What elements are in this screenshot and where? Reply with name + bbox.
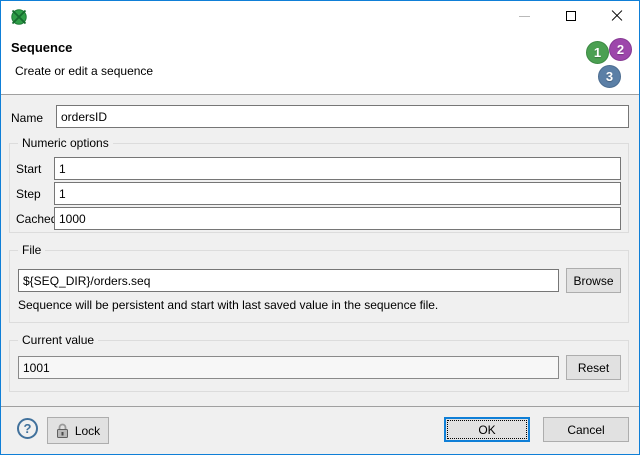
page-title: Sequence	[11, 40, 72, 55]
help-button[interactable]: ?	[17, 418, 38, 439]
start-input[interactable]	[54, 157, 621, 180]
current-value-input	[18, 356, 559, 379]
lock-button-label: Lock	[75, 424, 100, 438]
step-badge-3: 3	[598, 65, 621, 88]
page-subtitle: Create or edit a sequence	[15, 64, 153, 78]
file-path-input[interactable]	[18, 269, 559, 292]
lock-button[interactable]: Lock	[47, 417, 109, 444]
header-separator	[1, 94, 639, 95]
numeric-options-title: Numeric options	[18, 136, 113, 150]
cached-label: Cached	[16, 212, 57, 226]
cached-input[interactable]	[54, 207, 621, 230]
minimize-icon	[519, 16, 530, 17]
persistence-note: Sequence will be persistent and start wi…	[18, 298, 438, 312]
dialog-header: Sequence Create or edit a sequence 1 2 3	[1, 31, 639, 94]
step-input[interactable]	[54, 182, 621, 205]
step-label: Step	[16, 187, 41, 201]
step-badge-1: 1	[586, 41, 609, 64]
name-input[interactable]	[56, 105, 629, 128]
name-label: Name	[11, 111, 43, 125]
padlock-icon	[56, 423, 69, 438]
maximize-icon	[566, 11, 576, 21]
clover-sequence-icon	[11, 9, 27, 25]
reset-button[interactable]: Reset	[566, 355, 621, 380]
minimize-button[interactable]	[502, 1, 547, 31]
footer-separator	[1, 406, 639, 407]
cancel-button[interactable]: Cancel	[543, 417, 629, 442]
start-label: Start	[16, 162, 41, 176]
browse-button[interactable]: Browse	[566, 268, 621, 293]
current-value-title: Current value	[18, 333, 98, 347]
close-button[interactable]	[594, 1, 639, 31]
step-badge-2: 2	[609, 38, 632, 61]
close-icon	[611, 10, 623, 22]
ok-button[interactable]: OK	[444, 417, 530, 442]
sequence-dialog: Sequence Create or edit a sequence 1 2 3…	[0, 0, 640, 455]
maximize-button[interactable]	[548, 1, 593, 31]
title-bar	[1, 1, 639, 31]
file-group-title: File	[18, 243, 45, 257]
